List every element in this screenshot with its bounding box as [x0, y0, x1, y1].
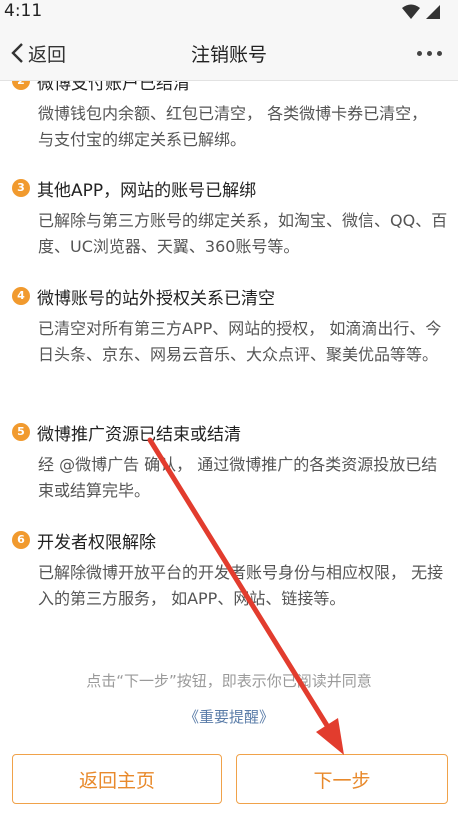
important-notice-link[interactable]: 《重要提醒》 [0, 706, 458, 727]
list-item: 4 微博账号的站外授权关系已清空 已清空对所有第三方APP、网站的授权， 如滴滴… [12, 284, 446, 368]
number-badge: 4 [12, 287, 30, 305]
list-item: 6 开发者权限解除 已解除微博开放平台的开发者账号身份与相应权限， 无接入的第三… [12, 528, 446, 612]
content-scroll[interactable]: 2 微博支付账户已结清 微博钱包内余额、红包已清空， 各类微博卡券已清空， 与支… [0, 81, 458, 736]
list-item: 3 其他APP，网站的账号已解绑 已解除与第三方账号的绑定关系，如淘宝、微信、Q… [12, 176, 448, 260]
number-badge: 5 [12, 423, 30, 441]
next-step-button[interactable]: 下一步 [236, 754, 448, 804]
number-badge: 6 [12, 531, 30, 549]
list-item: 5 微博推广资源已结束或结清 经 @微博广告 确认， 通过微博推广的各类资源投放… [12, 420, 446, 504]
more-menu-button[interactable] [412, 44, 446, 62]
agreement-notice: 点击“下一步”按钮，即表示你已阅读并同意 [86, 672, 372, 690]
number-badge: 2 [12, 81, 30, 90]
more-dot-icon [416, 50, 422, 56]
item-description: 经 @微博广告 确认， 通过微博推广的各类资源投放已结束或结算完毕。 [38, 455, 438, 500]
more-dot-icon [426, 50, 432, 56]
item-title: 微博支付账户已结清 [37, 81, 190, 94]
return-home-button[interactable]: 返回主页 [12, 754, 222, 804]
wifi-battery-icon [402, 4, 440, 19]
nav-bar: 返回 注销账号 [0, 26, 458, 81]
item-title: 开发者权限解除 [37, 532, 156, 553]
status-bar: 4:11 [0, 0, 458, 26]
page-title: 注销账号 [190, 44, 267, 66]
list-item: 2 微博支付账户已结清 微博钱包内余额、红包已清空， 各类微博卡券已清空， 与支… [12, 81, 446, 153]
status-icons [400, 3, 444, 23]
item-description: 已解除微博开放平台的开发者账号身份与相应权限， 无接入的第三方服务， 如APP、… [38, 563, 444, 608]
more-dot-icon [436, 50, 442, 56]
item-title: 微博推广资源已结束或结清 [37, 424, 241, 445]
item-description: 微博钱包内余额、红包已清空， 各类微博卡券已清空， 与支付宝的绑定关系已解绑。 [38, 104, 428, 149]
status-time: 4:11 [4, 1, 43, 21]
number-badge: 3 [12, 179, 30, 197]
item-title: 其他APP，网站的账号已解绑 [37, 180, 257, 201]
item-description: 已解除与第三方账号的绑定关系，如淘宝、微信、QQ、百度、UC浏览器、天翼、360… [38, 211, 448, 256]
item-description: 已清空对所有第三方APP、网站的授权， 如滴滴出行、今日头条、京东、网易云音乐、… [38, 319, 442, 364]
item-title: 微博账号的站外授权关系已清空 [37, 288, 275, 309]
